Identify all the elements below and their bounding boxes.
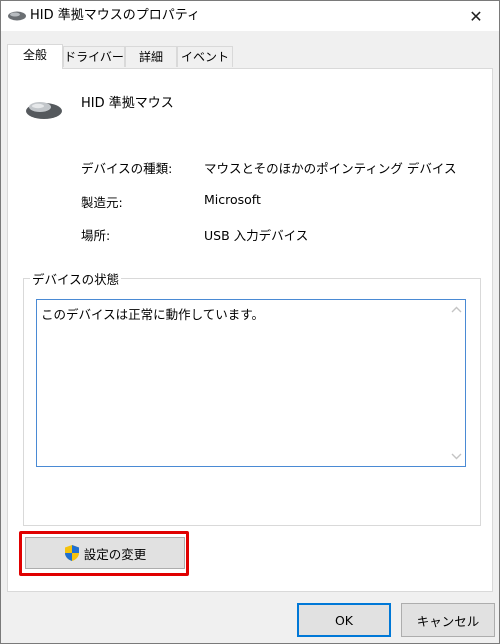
device-name: HID 準拠マウス xyxy=(81,96,174,111)
properties-dialog: HID 準拠マウスのプロパティ ✕ 全般 ドライバー 詳細 イベント HID 準… xyxy=(0,0,500,644)
uac-shield-icon xyxy=(64,545,79,561)
scroll-up-icon[interactable] xyxy=(451,306,462,314)
device-type-label: デバイスの種類: xyxy=(81,161,173,176)
location-value: USB 入力デバイス xyxy=(204,228,309,243)
device-status-textbox[interactable]: このデバイスは正常に動作しています。 xyxy=(36,299,466,467)
device-type-value: マウスとそのほかのポインティング デバイス xyxy=(204,161,457,176)
mouse-icon xyxy=(7,10,27,22)
cancel-label: キャンセル xyxy=(416,613,480,629)
scroll-down-icon[interactable] xyxy=(451,452,462,460)
location-label: 場所: xyxy=(81,228,111,243)
change-settings-button[interactable]: 設定の変更 xyxy=(25,537,185,569)
ok-label: OK xyxy=(334,612,354,628)
tab-driver[interactable]: ドライバー xyxy=(63,46,125,67)
close-button[interactable]: ✕ xyxy=(453,1,499,31)
ok-button[interactable]: OK xyxy=(297,603,391,637)
manufacturer-label: 製造元: xyxy=(81,195,123,210)
tab-events[interactable]: イベント xyxy=(177,46,233,67)
general-tab-panel: HID 準拠マウス デバイスの種類: マウスとそのほかのポインティング デバイス… xyxy=(7,68,493,592)
vertical-scrollbar[interactable] xyxy=(448,300,465,466)
tab-details[interactable]: 詳細 xyxy=(125,46,177,67)
window-title: HID 準拠マウスのプロパティ xyxy=(30,8,200,23)
device-status-text: このデバイスは正常に動作しています。 xyxy=(41,307,265,322)
close-icon: ✕ xyxy=(469,6,483,26)
tab-general[interactable]: 全般 xyxy=(7,44,63,69)
title-bar: HID 準拠マウスのプロパティ ✕ xyxy=(1,1,499,31)
cancel-button[interactable]: キャンセル xyxy=(401,603,495,637)
manufacturer-value: Microsoft xyxy=(204,192,261,207)
change-settings-label: 設定の変更 xyxy=(83,546,147,562)
mouse-icon xyxy=(24,97,64,121)
device-status-legend: デバイスの状態 xyxy=(30,269,122,288)
